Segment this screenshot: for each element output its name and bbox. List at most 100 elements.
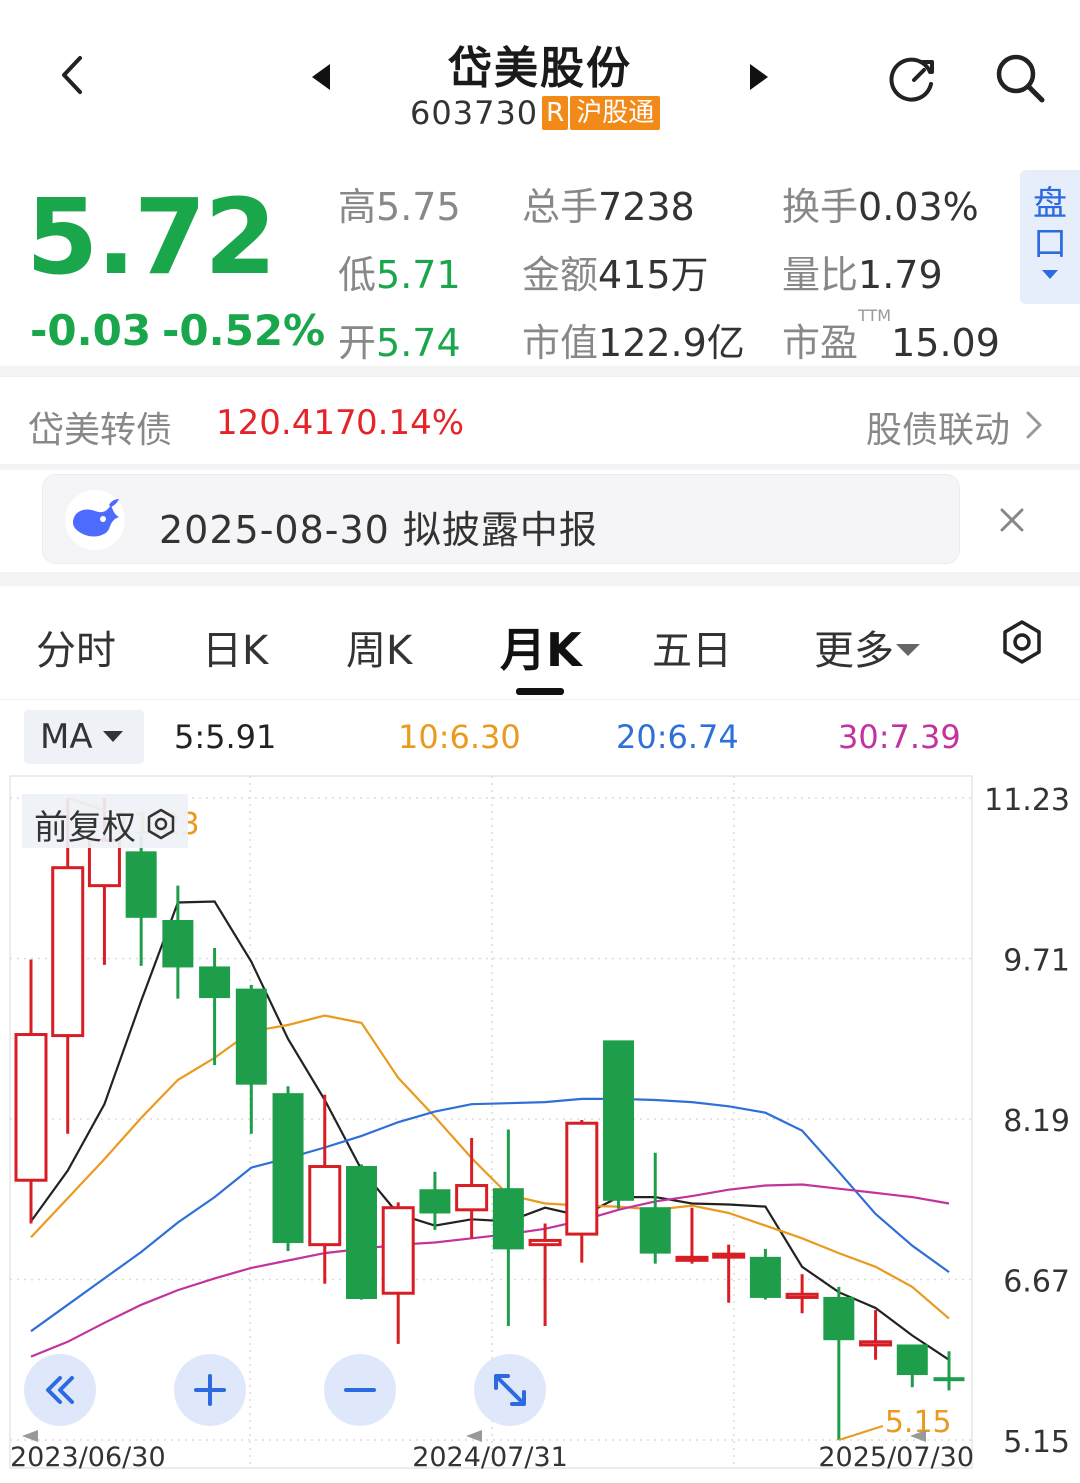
notice-banner[interactable]: 2025-08-30 拟披露中报 [42, 474, 960, 564]
candle-body-up [381, 1206, 415, 1295]
pankou-label: 盘口 [1033, 184, 1067, 264]
whale-icon [65, 490, 125, 550]
stock-code: 603730 [410, 94, 539, 132]
tab-intraday[interactable]: 分时 [36, 618, 116, 676]
y-tick-label: 9.71 [1003, 944, 1070, 979]
candle-body-down [272, 1093, 304, 1244]
ma5-value: 5:5.91 [174, 718, 277, 756]
back-icon[interactable] [48, 50, 98, 100]
stat-value: 122.9亿 [598, 321, 745, 365]
prev-stock-icon[interactable] [306, 60, 336, 94]
min-marker-line [838, 1425, 884, 1441]
zoom-in-button[interactable] [174, 1354, 246, 1426]
candle-body-down [125, 851, 157, 918]
candle-body-down [933, 1377, 965, 1382]
candle-body-up [785, 1292, 819, 1299]
candle-body-up [14, 1033, 48, 1182]
caret-down-icon [896, 644, 920, 656]
refresh-icon[interactable] [884, 50, 942, 108]
y-tick-label: 5.15 [1003, 1425, 1070, 1460]
candle-body-up [565, 1121, 599, 1236]
y-tick-label: 8.19 [1003, 1104, 1070, 1139]
divider [0, 464, 1080, 470]
stat-open: 开5.74 [338, 312, 461, 367]
indicator-dropdown[interactable]: MA [24, 710, 144, 764]
y-tick-label: 6.67 [1003, 1265, 1070, 1300]
chevron-down-icon [1042, 270, 1058, 279]
chevron-right-icon [1026, 411, 1042, 439]
caret-down-icon [102, 731, 123, 742]
stat-label: 市盈 [782, 321, 859, 365]
pankou-button[interactable]: 盘口 [1020, 170, 1080, 304]
bond-link-label: 股债联动 [866, 410, 1011, 451]
expand-icon [494, 1374, 526, 1406]
gear-icon [147, 808, 175, 840]
x-tick-label: 2023/06/30 [10, 1442, 166, 1473]
search-icon[interactable] [992, 50, 1048, 106]
double-chevron-left-icon [46, 1376, 74, 1404]
adjust-mode-button[interactable]: 前复权 [22, 794, 188, 848]
stat-value: 0.03% [858, 185, 979, 229]
bond-price: 120.417 [216, 403, 357, 443]
minus-icon [344, 1388, 376, 1392]
close-icon[interactable] [994, 502, 1030, 538]
stat-label: 量比 [782, 253, 859, 297]
stat-value: 7238 [598, 185, 695, 229]
tab-monthly-k[interactable]: 月K [500, 614, 582, 680]
tab-daily-k[interactable]: 日K [202, 618, 268, 676]
notice-text: 2025-08-30 拟披露中报 [159, 508, 598, 552]
price-change-pct: -0.52% [162, 306, 326, 355]
tab-five-day[interactable]: 五日 [652, 618, 732, 676]
price-change: -0.03 [30, 306, 152, 355]
candle-body-down [345, 1166, 377, 1300]
gear-icon[interactable] [998, 618, 1046, 666]
stat-mktcap: 市值122.9亿 [522, 312, 745, 367]
candle-body-up [528, 1238, 562, 1247]
tab-more-label: 更多 [814, 628, 894, 674]
stat-high: 高5.75 [338, 176, 461, 231]
connect-badge: 沪股通 [570, 96, 661, 130]
indicator-label: MA [40, 717, 93, 757]
stat-volume: 总手7238 [522, 176, 695, 231]
bond-name: 岱美转债 [28, 410, 173, 451]
convertible-bond-row[interactable]: 岱美转债 120.417 0.14% 股债联动 [0, 376, 1080, 464]
candle-body-down [639, 1207, 671, 1254]
stat-value: 5.71 [376, 253, 461, 297]
divider [0, 366, 1080, 376]
stat-turnover: 换手0.03% [782, 176, 979, 231]
x-tick-label: 2024/07/31 [412, 1442, 568, 1473]
scroll-left-button[interactable] [24, 1354, 96, 1426]
adjust-mode-label: 前复权 [34, 807, 136, 848]
ma10-value: 10:6.30 [398, 718, 521, 756]
x-tick-label: 2025/07/30 [818, 1442, 974, 1473]
stat-value: 15.09 [891, 321, 1000, 365]
stat-value: 415万 [598, 253, 709, 297]
r-badge: R [542, 96, 569, 130]
stat-label: 开 [338, 321, 377, 365]
fullscreen-button[interactable] [474, 1354, 546, 1426]
stat-value: 5.75 [376, 185, 461, 229]
candle-body-up [859, 1340, 893, 1347]
candle-body-down [162, 919, 194, 968]
stat-low: 低5.71 [338, 244, 461, 299]
divider [0, 572, 1080, 586]
stat-pe: 市盈TTM15.09 [782, 306, 1000, 367]
candle-body-down [235, 988, 267, 1085]
stat-vol-ratio: 量比1.79 [782, 244, 943, 299]
ma-line-ma30 [30, 1183, 950, 1358]
candle-body-up [712, 1252, 746, 1259]
stat-amount: 金额415万 [522, 244, 709, 299]
bond-change-pct: 0.14% [356, 403, 465, 443]
tab-more[interactable]: 更多 [814, 618, 920, 676]
plus-icon [194, 1374, 226, 1406]
candle-body-down [199, 966, 231, 999]
tab-weekly-k[interactable]: 周K [346, 618, 412, 676]
zoom-out-button[interactable] [324, 1354, 396, 1426]
candle-body-down [492, 1188, 524, 1250]
stat-label: 金额 [522, 253, 599, 297]
candle-body-up [455, 1184, 489, 1212]
ma20-value: 20:6.74 [616, 718, 739, 756]
ttm-superscript: TTM [858, 306, 892, 325]
next-stock-icon[interactable] [744, 60, 774, 94]
stat-label: 市值 [522, 321, 599, 365]
